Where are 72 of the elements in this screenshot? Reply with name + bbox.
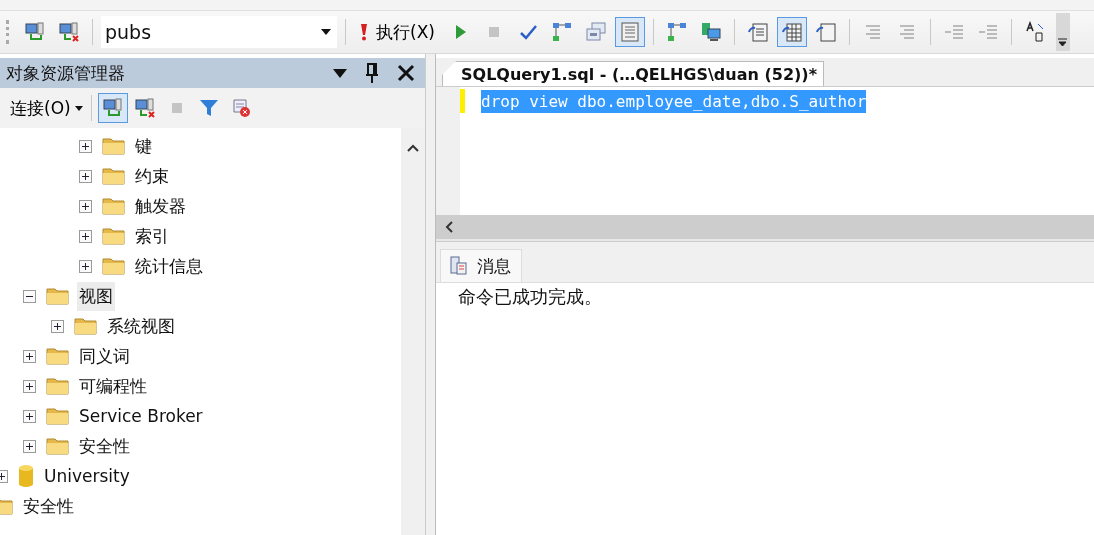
tree-item[interactable]: 索引 [133,221,171,251]
folder-icon [102,137,125,155]
collapse-icon[interactable] [23,289,36,303]
caret-icon [74,106,83,111]
tree-item[interactable]: 安全性 [21,491,76,521]
tree-item[interactable]: 安全性 [77,431,132,461]
folder-icon [74,317,97,335]
expand-icon[interactable] [23,439,36,453]
form-icon [618,21,641,43]
execute-button[interactable]: 执行(X) [354,20,441,44]
expand-icon[interactable] [23,379,36,393]
folder-icon [46,347,69,365]
folder-icon [46,287,69,305]
pin-icon[interactable] [365,63,379,83]
document-tab[interactable]: SQLQuery1.sql - (…QELHGS\duan (52))* [442,61,825,86]
expand-icon[interactable] [51,319,64,333]
exclamation-icon [360,23,368,41]
horizontal-scrollbar[interactable] [436,215,1094,241]
toolbar-button[interactable] [776,17,807,47]
text-icon [746,21,769,43]
scroll-left-icon[interactable] [444,221,454,233]
plan-icon [550,21,573,43]
tree-item[interactable]: 视图 [77,281,115,311]
folder-icon [46,407,69,425]
folder-icon [102,167,125,185]
panel-title: 对象资源管理器 [6,61,126,85]
expand-icon[interactable] [79,259,92,273]
connect-dropdown-button[interactable]: 连接(O) [8,96,85,120]
vertical-scrollbar[interactable] [401,128,425,535]
folder-icon [102,227,125,245]
tree-item[interactable]: 触发器 [133,191,188,221]
monitor-icon [699,21,722,43]
tree-item[interactable]: 同义词 [77,341,132,371]
scroll-up-icon[interactable] [407,144,419,152]
messages-icon [449,256,469,276]
tree-item[interactable]: 可编程性 [77,371,149,401]
expand-icon[interactable] [23,349,36,363]
disconnect-icon [133,97,156,119]
messages-tab[interactable]: 消息 [440,249,522,282]
parameters-icon [1023,21,1046,43]
dropdown-arrow-icon [321,29,331,35]
tree-item[interactable]: 统计信息 [133,251,205,281]
tree-item[interactable]: University [42,463,132,489]
tree-item[interactable]: 系统视图 [105,311,177,341]
overflow-caret-icon [1058,38,1068,47]
expand-icon[interactable] [79,199,92,213]
tree-item[interactable]: Service Broker [77,403,205,429]
filter-icon [197,97,220,119]
file-icon [814,21,837,43]
plan-icon [665,21,688,43]
folder-icon [102,197,125,215]
expand-icon[interactable] [79,169,92,183]
message-text: 命令已成功完成。 [458,286,602,307]
tree-item[interactable]: 键 [133,131,154,161]
grid-icon [780,21,803,43]
connect-icon [101,97,124,119]
close-icon[interactable] [397,64,415,82]
toolbar-overflow-button[interactable] [1055,13,1070,51]
database-icon [18,464,34,488]
disconnect-icon [58,21,80,43]
tree-item[interactable]: 约束 [133,161,171,191]
windows-icon [584,21,607,43]
dropdown-arrow-icon[interactable] [333,68,347,78]
expand-icon[interactable] [79,139,92,153]
connect-icon [24,21,46,43]
toolbar-button[interactable] [97,93,128,123]
expand-icon[interactable] [79,229,92,243]
folder-icon [46,377,69,395]
folder-icon [46,437,69,455]
database-dropdown[interactable]: pubs [101,16,337,48]
expand-icon[interactable] [23,409,36,423]
folder-icon [102,257,125,275]
